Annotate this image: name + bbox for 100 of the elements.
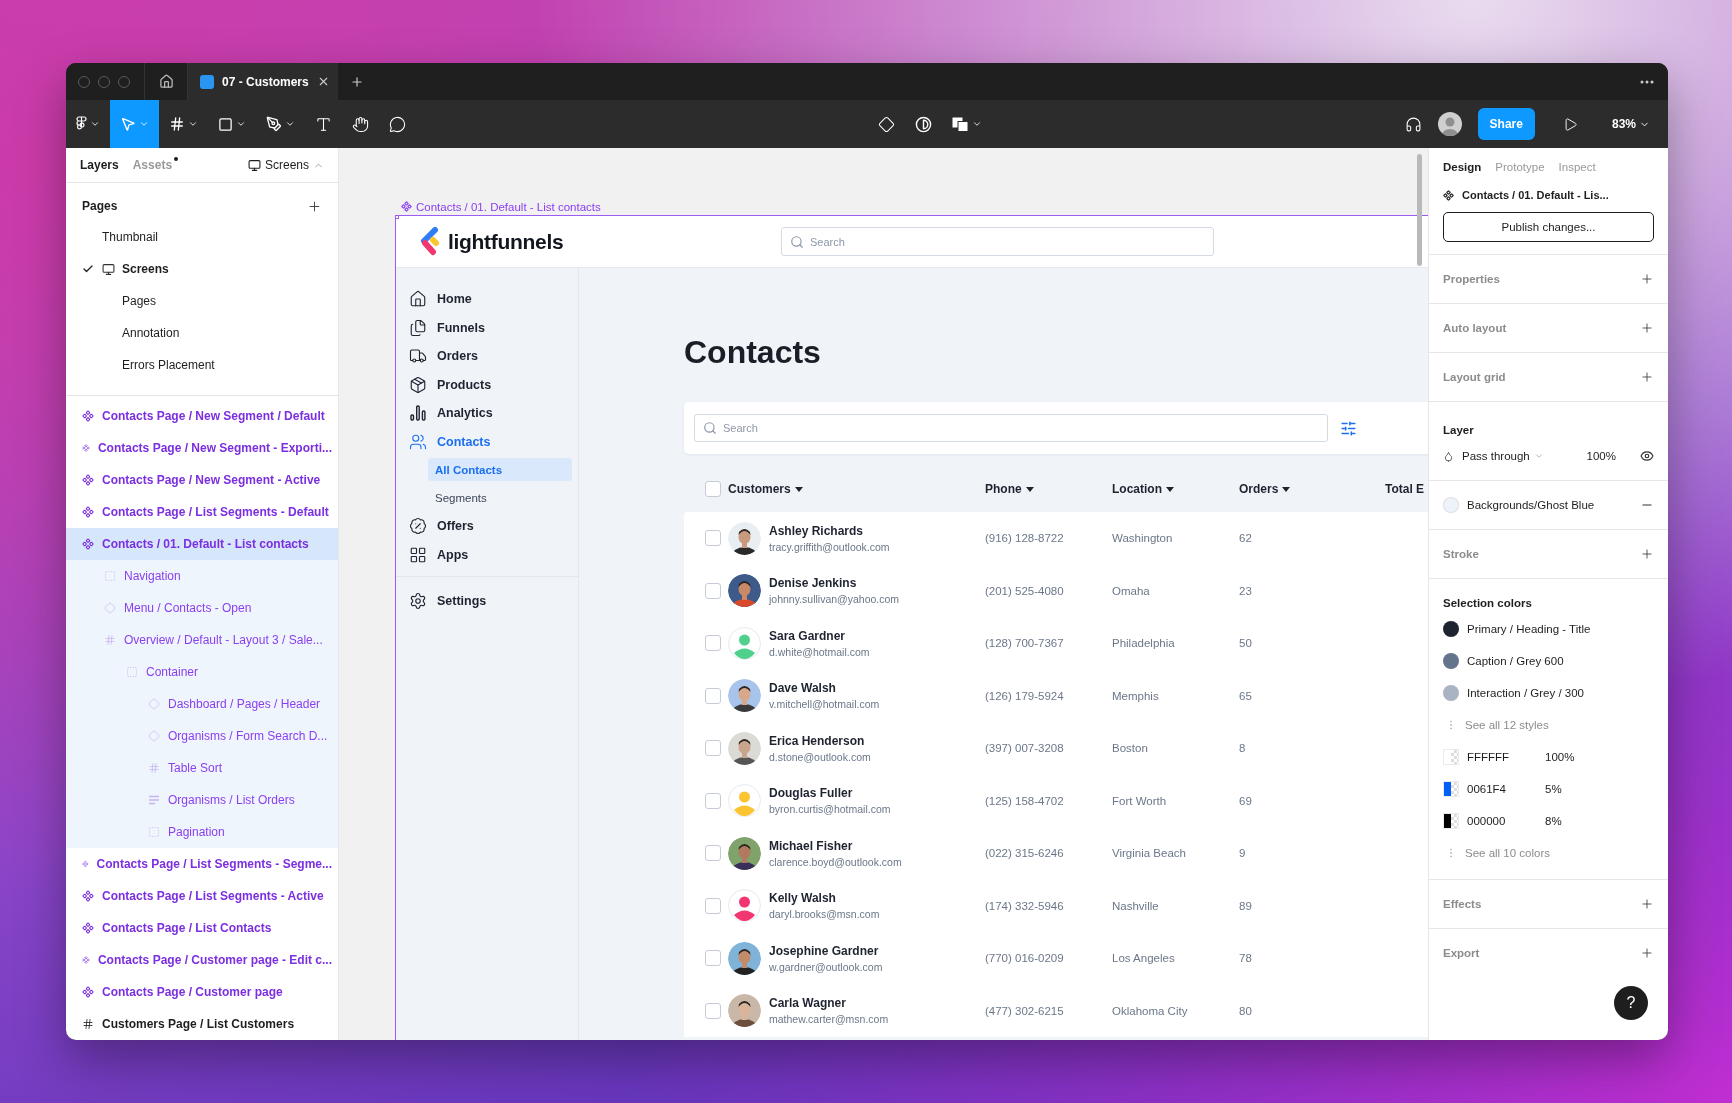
page-item[interactable]: Thumbnail bbox=[66, 221, 338, 253]
section-title: Effects bbox=[1443, 898, 1482, 910]
nav-item[interactable]: Offers bbox=[396, 512, 578, 541]
layer-row[interactable]: Overview / Default - Layout 3 / Sale... bbox=[66, 624, 338, 656]
headphones-button[interactable] bbox=[1404, 115, 1422, 133]
color-swatch[interactable] bbox=[1443, 653, 1459, 669]
color-swatch[interactable] bbox=[1443, 685, 1459, 701]
checkbox[interactable] bbox=[705, 845, 721, 862]
layer-row[interactable]: Table Sort bbox=[66, 752, 338, 784]
layer-row[interactable]: Pagination bbox=[66, 816, 338, 848]
dashed-square-icon bbox=[126, 666, 138, 678]
nav-subitem[interactable]: All Contacts bbox=[428, 458, 572, 481]
layer-row[interactable]: Contacts Page / Customer page - Edit c... bbox=[66, 944, 338, 976]
nav-item[interactable]: Orders bbox=[396, 342, 578, 371]
component-icon bbox=[82, 442, 90, 454]
layer-row[interactable]: Organisms / Form Search D... bbox=[66, 720, 338, 752]
add-button[interactable] bbox=[1640, 897, 1654, 911]
layer-row[interactable]: Contacts / 01. Default - List contacts bbox=[66, 528, 338, 560]
column-header[interactable]: Phone bbox=[985, 482, 1112, 496]
component-icon bbox=[1443, 189, 1454, 201]
zoom-dropdown[interactable]: 83% bbox=[1605, 116, 1656, 132]
see-all-link[interactable]: See all 12 styles bbox=[1465, 719, 1549, 731]
color-swatch[interactable] bbox=[1443, 749, 1459, 765]
checkbox[interactable] bbox=[705, 481, 721, 497]
opacity-value: 100% bbox=[1545, 751, 1575, 763]
layer-row[interactable]: Contacts Page / New Segment - Active bbox=[66, 464, 338, 496]
color-swatch[interactable] bbox=[1443, 781, 1459, 797]
scrollbar[interactable] bbox=[1417, 154, 1422, 266]
new-tab-button[interactable] bbox=[350, 74, 364, 89]
layer-row[interactable]: Dashboard / Pages / Header bbox=[66, 688, 338, 720]
page-item[interactable]: Pages bbox=[66, 285, 338, 317]
checkbox[interactable] bbox=[705, 530, 721, 547]
layer-row[interactable]: Menu / Contacts - Open bbox=[66, 592, 338, 624]
column-header[interactable]: Total E bbox=[1385, 482, 1428, 496]
checkbox[interactable] bbox=[705, 582, 721, 599]
hand-icon bbox=[352, 115, 369, 133]
layer-row[interactable]: Customers Page / List Customers bbox=[66, 1008, 338, 1040]
frame-label[interactable]: Contacts / 01. Default - List contacts bbox=[395, 198, 1428, 215]
component-button[interactable] bbox=[878, 115, 896, 133]
checkbox[interactable] bbox=[705, 687, 721, 704]
help-button[interactable]: ? bbox=[1614, 986, 1648, 1020]
filter-icon[interactable] bbox=[1340, 419, 1357, 437]
layer-row[interactable]: Contacts Page / List Contacts bbox=[66, 912, 338, 944]
customer-email: daryl.brooks@msn.com bbox=[769, 908, 880, 921]
add-button[interactable] bbox=[1640, 370, 1654, 384]
page-item[interactable]: Annotation bbox=[66, 317, 338, 349]
layer-row[interactable]: Contacts Page / List Segments - Active bbox=[66, 880, 338, 912]
column-header[interactable]: Customers bbox=[728, 482, 985, 496]
layer-row[interactable]: Contacts Page / List Segments - Segme... bbox=[66, 848, 338, 880]
play-button[interactable] bbox=[1562, 116, 1578, 132]
search-icon bbox=[703, 421, 717, 435]
sort-caret-icon bbox=[794, 486, 803, 492]
color-swatch[interactable] bbox=[1443, 497, 1459, 513]
layer-row[interactable]: Navigation bbox=[66, 560, 338, 592]
publish-button[interactable]: Publish changes... bbox=[1443, 212, 1654, 242]
add-button[interactable] bbox=[1640, 272, 1654, 286]
layer-row[interactable]: Container bbox=[66, 656, 338, 688]
page-item[interactable]: Screens bbox=[66, 253, 338, 285]
nav-item[interactable]: Settings bbox=[396, 587, 578, 616]
blend-mode-dropdown[interactable]: Pass through bbox=[1462, 450, 1579, 462]
panel-tab[interactable]: Layers bbox=[80, 158, 119, 173]
checkbox[interactable] bbox=[705, 635, 721, 652]
checkbox[interactable] bbox=[705, 950, 721, 967]
layer-row[interactable]: Contacts Page / New Segment - Exporti... bbox=[66, 432, 338, 464]
add-page-button[interactable] bbox=[307, 198, 322, 214]
layer-row[interactable]: Organisms / List Orders bbox=[66, 784, 338, 816]
file-tab[interactable]: 07 - Customers bbox=[188, 63, 338, 100]
add-button[interactable] bbox=[1640, 547, 1654, 561]
add-button[interactable] bbox=[1640, 321, 1654, 335]
checkbox[interactable] bbox=[705, 1002, 721, 1019]
checkbox[interactable] bbox=[705, 740, 721, 757]
checkbox[interactable] bbox=[705, 897, 721, 914]
customer-name: Josephine Gardner bbox=[769, 943, 880, 958]
layer-row[interactable]: Contacts Page / New Segment / Default bbox=[66, 400, 338, 432]
monitor-icon bbox=[102, 262, 115, 276]
layer-row[interactable]: Contacts Page / List Segments - Default bbox=[66, 496, 338, 528]
layer-row[interactable]: Contacts Page / Customer page bbox=[66, 976, 338, 1008]
see-all-link[interactable]: See all 10 colors bbox=[1465, 847, 1551, 859]
page-item[interactable]: Errors Placement bbox=[66, 349, 338, 381]
color-swatch[interactable] bbox=[1443, 621, 1459, 637]
page-switcher[interactable]: Screens bbox=[247, 158, 324, 173]
boolean-button[interactable] bbox=[952, 116, 983, 132]
color-swatch[interactable] bbox=[1443, 813, 1459, 829]
contrast-button[interactable] bbox=[915, 115, 933, 133]
column-header[interactable]: Orders bbox=[1239, 482, 1385, 496]
nav-subitem[interactable]: Segments bbox=[428, 486, 572, 509]
nav-item[interactable]: Home bbox=[396, 285, 578, 314]
nav-item[interactable]: Analytics bbox=[396, 399, 578, 428]
checkbox[interactable] bbox=[705, 792, 721, 809]
more-button[interactable] bbox=[1640, 79, 1654, 84]
add-button[interactable] bbox=[1640, 946, 1654, 960]
avatar-icon[interactable] bbox=[1437, 112, 1462, 136]
table-cell-text: 78 bbox=[1239, 952, 1253, 965]
column-header[interactable]: Location bbox=[1112, 482, 1239, 496]
nav-item[interactable]: Contacts bbox=[396, 427, 578, 456]
nav-item[interactable]: Products bbox=[396, 370, 578, 399]
opacity-value[interactable]: 100% bbox=[1586, 450, 1616, 462]
panel-tab[interactable]: Design bbox=[1443, 161, 1482, 173]
nav-item[interactable]: Apps bbox=[396, 540, 578, 569]
nav-item[interactable]: Funnels bbox=[396, 313, 578, 342]
